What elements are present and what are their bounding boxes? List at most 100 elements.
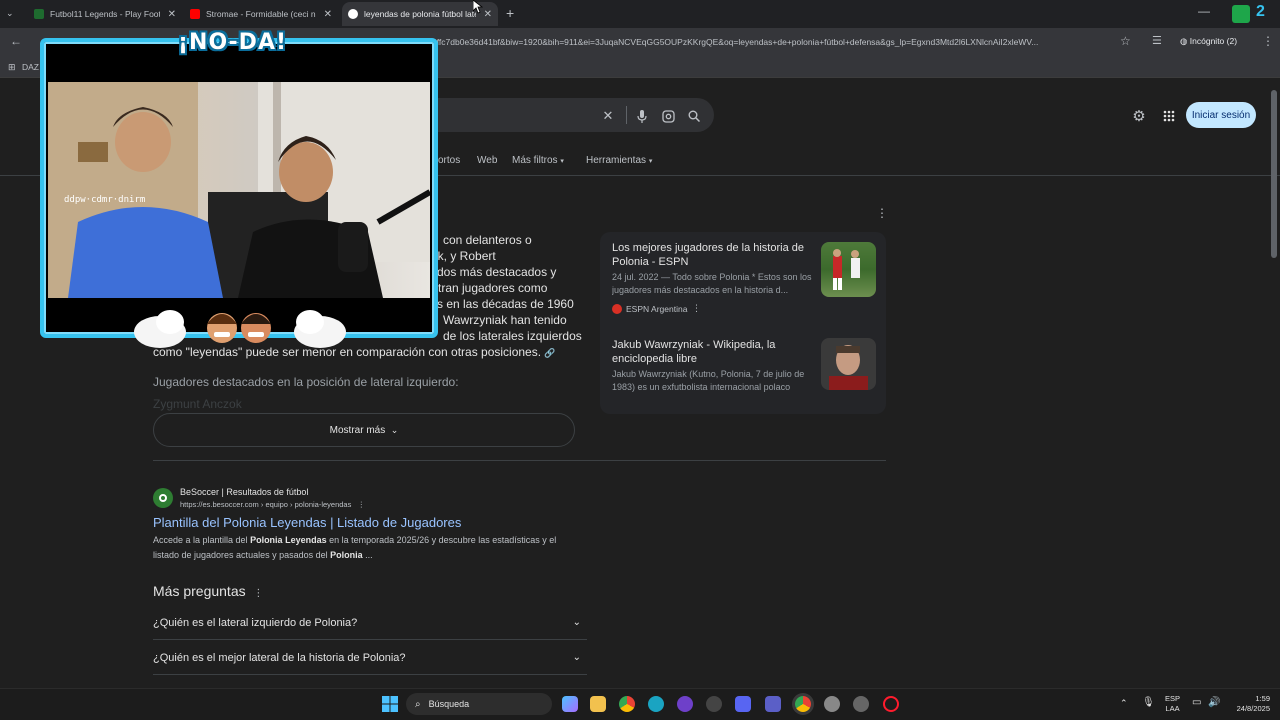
chrome-active-icon[interactable] — [795, 696, 811, 712]
back-button[interactable]: ← — [10, 34, 22, 48]
filter-web[interactable]: Web — [477, 155, 497, 166]
microphone-icon[interactable] — [634, 108, 650, 124]
more-options-icon[interactable]: ⋮ — [692, 303, 701, 314]
edge-icon[interactable] — [648, 696, 664, 712]
github-icon[interactable] — [677, 696, 693, 712]
snippet-text: listado de jugadores actuales y pasados … — [153, 550, 331, 560]
dropdown-icon: ▾ — [648, 158, 653, 165]
paa-heading-text: Más preguntas — [153, 583, 246, 599]
divider — [626, 106, 627, 124]
side-result-title[interactable]: Los mejores jugadores de la historia de … — [612, 241, 812, 269]
volume-icon[interactable]: 🔊 — [1208, 697, 1220, 708]
result-site-name[interactable]: BeSoccer | Resultados de fútbol — [180, 487, 308, 497]
overview-line: de los laterales izquierdos — [443, 329, 582, 343]
settings-gear-icon[interactable]: ⚙ — [1130, 107, 1148, 125]
clear-icon[interactable]: ✕ — [600, 108, 616, 124]
side-result-title[interactable]: Jakub Wawrzyniak - Wikipedia, la enciclo… — [612, 338, 812, 366]
tab-futbol11[interactable]: Futbol11 Legends - Play Football ✕ — [28, 2, 182, 26]
overview-faded-text: Zygmunt Anczok — [153, 397, 242, 411]
overview-line: tran jugadores como — [438, 281, 548, 295]
side-result-snippet: Jakub Wawrzyniak (Kutno, Polonia, 7 de j… — [612, 369, 805, 392]
result-url[interactable]: https://es.besoccer.com › equipo › polon… — [180, 500, 365, 509]
no-da-logo: ¡NO-DA! — [178, 30, 288, 55]
microphone-icon[interactable]: 🎙 — [1142, 697, 1155, 708]
result-url-text: https://es.besoccer.com › equipo › polon… — [180, 500, 352, 509]
channel-badge-icon: 2 — [1256, 3, 1265, 20]
tray-chevron-icon[interactable]: ⌃ — [1120, 698, 1128, 709]
opera-icon[interactable] — [883, 696, 899, 712]
file-explorer-icon[interactable] — [590, 696, 606, 712]
snippet-text: en la temporada 2025/26 y descubre las e… — [326, 535, 557, 545]
paa-heading: Más preguntas ⋮ — [153, 583, 263, 599]
menu-icon[interactable]: ⋮ — [1262, 34, 1274, 48]
espn-favicon-icon — [612, 304, 622, 314]
close-icon[interactable]: ✕ — [484, 9, 492, 20]
signin-button[interactable]: Iniciar sesión — [1186, 102, 1256, 128]
overview-subheading: Jugadores destacados en la posición de l… — [153, 375, 459, 389]
overview-line: con delanteros o — [443, 233, 532, 247]
side-result-snippet: 24 jul. 2022 — Todo sobre Polonia * Esto… — [612, 272, 812, 295]
clock[interactable]: 1:59 24/8/2025 — [1226, 694, 1270, 714]
side-result-source: ESPN Argentina — [626, 304, 688, 314]
tab-stromae[interactable]: Stromae - Formidable (ceci n'est pas ✕ — [184, 2, 338, 26]
paa-question[interactable]: ¿Quién es el lateral izquierdo de Poloni… — [153, 606, 587, 640]
chrome-icon[interactable] — [619, 696, 635, 712]
address-bar[interactable]: 6ffc7db0e36d41bf&biw=1920&bih=911&ei=3Ju… — [432, 32, 1138, 52]
snippet-bold: Polonia Leyendas — [250, 535, 327, 545]
obs-icon[interactable] — [706, 696, 722, 712]
filter-tools[interactable]: Herramientas ▾ — [586, 155, 652, 166]
language-indicator[interactable]: ESP LAA — [1165, 694, 1180, 714]
incognito-icon: ◍ — [1180, 36, 1190, 46]
steam-icon[interactable] — [853, 696, 869, 712]
filter-more[interactable]: Más filtros ▾ — [512, 155, 564, 166]
tab-search-icon[interactable]: ⌄ — [6, 8, 14, 19]
incognito-indicator[interactable]: ◍ Incógnito (2) — [1180, 36, 1237, 47]
scrollbar-thumb[interactable] — [1271, 90, 1277, 258]
snippet-text: ... — [362, 550, 373, 560]
show-more-button[interactable]: Mostrar más ⌄ — [153, 413, 575, 447]
tab-strip: ⌄ Futbol11 Legends - Play Football ✕ Str… — [0, 0, 1280, 28]
result-title-link[interactable]: Plantilla del Polonia Leyendas | Listado… — [153, 515, 461, 530]
filter-more-label: Más filtros — [512, 155, 558, 166]
windows-start-icon[interactable] — [382, 696, 398, 712]
espn-thumbnail[interactable] — [821, 242, 876, 297]
tab-title: Futbol11 Legends - Play Football — [50, 9, 160, 19]
settings-gear-icon[interactable] — [824, 696, 840, 712]
link-icon[interactable]: 🔗 — [544, 348, 555, 358]
minimize-button[interactable]: — — [1198, 4, 1210, 18]
apps-icon[interactable]: ⊞ — [8, 62, 16, 73]
apps-grid-icon[interactable] — [1160, 107, 1178, 125]
bookmark-item[interactable]: DAZ — [22, 62, 39, 72]
paa-question[interactable]: ¿Quién es el mejor lateral de la histori… — [153, 641, 587, 675]
snippet-bold: Polonia — [330, 550, 363, 560]
kick-logo-icon — [1232, 5, 1250, 23]
lang-top: ESP — [1165, 694, 1181, 703]
search-icon[interactable] — [686, 108, 702, 124]
paa-question-text: ¿Quién es el lateral izquierdo de Poloni… — [153, 616, 358, 629]
lang-bottom: LAA — [1165, 704, 1180, 713]
filter-images[interactable]: ortos — [438, 155, 460, 166]
copilot-icon[interactable] — [562, 696, 578, 712]
result-snippet: Accede a la plantilla del Polonia Leyend… — [153, 533, 583, 563]
futbol11-favicon-icon — [34, 9, 44, 19]
chevron-down-icon: ⌄ — [390, 424, 399, 435]
teams-icon[interactable] — [765, 696, 781, 712]
discord-icon[interactable] — [735, 696, 751, 712]
reading-list-icon[interactable]: ☰ — [1152, 34, 1162, 47]
dropdown-icon: ▾ — [560, 158, 564, 165]
clock-date: 24/8/2025 — [1236, 704, 1270, 713]
wikipedia-thumbnail[interactable] — [821, 338, 876, 390]
new-tab-button[interactable]: + — [506, 5, 514, 21]
windows-taskbar — [0, 688, 1280, 720]
close-icon[interactable]: ✕ — [324, 9, 332, 20]
more-options-icon[interactable]: ⋮ — [253, 588, 263, 599]
close-icon[interactable]: ✕ — [168, 9, 176, 20]
paa-question-text: ¿Quién es el mejor lateral de la histori… — [153, 651, 406, 664]
chevron-down-icon: ⌄ — [572, 617, 581, 628]
search-icon: ⌕ — [415, 698, 421, 710]
more-options-icon[interactable]: ⋮ — [358, 500, 366, 509]
more-options-icon[interactable]: ⋮ — [876, 206, 888, 220]
network-icon[interactable]: ▭ — [1192, 697, 1201, 708]
taskbar-search[interactable]: ⌕ Búsqueda — [406, 693, 552, 715]
lens-icon[interactable] — [660, 108, 676, 124]
